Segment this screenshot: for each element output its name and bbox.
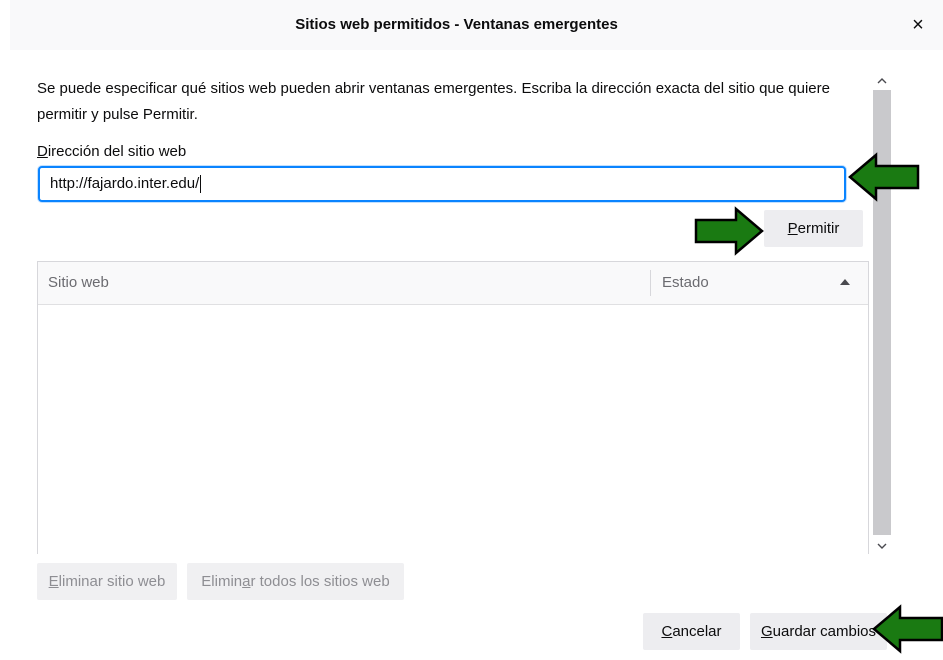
column-header-site[interactable]: Sitio web xyxy=(48,262,109,304)
cancel-accesskey: C xyxy=(661,623,673,640)
address-label-accesskey: D xyxy=(37,143,48,160)
remove-all-label-before: Elimin xyxy=(201,573,243,590)
remove-site-label: liminar sitio web xyxy=(58,573,166,590)
sites-table-header: Sitio web Estado xyxy=(38,262,868,305)
remove-all-sites-button[interactable]: Eliminar todos los sitios web xyxy=(187,563,404,600)
popup-permissions-dialog: Sitios web permitidos - Ventanas emergen… xyxy=(0,0,943,660)
cancel-button[interactable]: Cancelar xyxy=(643,613,740,650)
left-arrow-annotation-icon xyxy=(872,604,943,654)
dialog-titlebar: Sitios web permitidos - Ventanas emergen… xyxy=(10,0,943,50)
address-label: Dirección del sitio web xyxy=(37,143,186,160)
website-address-value: http://fajardo.inter.edu/ xyxy=(50,175,200,192)
dialog-description: Se puede especificar qué sitios web pued… xyxy=(37,80,830,123)
remove-site-accesskey: E xyxy=(48,573,59,590)
text-caret xyxy=(200,175,202,194)
right-arrow-annotation-icon xyxy=(694,206,764,256)
dialog-scrollbar[interactable] xyxy=(873,70,891,555)
scroll-up-icon[interactable] xyxy=(873,70,891,90)
close-icon: × xyxy=(912,14,924,36)
permit-label: ermitir xyxy=(797,220,840,237)
permit-button[interactable]: Permitir xyxy=(764,210,863,247)
permit-accesskey: P xyxy=(787,220,798,237)
save-label: uardar cambios xyxy=(772,623,877,640)
column-separator[interactable] xyxy=(650,270,651,296)
save-accesskey: G xyxy=(760,623,773,640)
website-address-input[interactable]: http://fajardo.inter.edu/ xyxy=(38,166,846,202)
remove-site-button[interactable]: Eliminar sitio web xyxy=(37,563,177,600)
save-changes-button[interactable]: Guardar cambios xyxy=(750,613,887,650)
dialog-title: Sitios web permitidos - Ventanas emergen… xyxy=(295,16,618,33)
left-arrow-annotation-icon xyxy=(848,152,920,202)
scroll-down-icon[interactable] xyxy=(873,535,891,555)
remove-all-label-after: r todos los sitios web xyxy=(250,573,390,590)
cancel-label: ancelar xyxy=(672,623,722,640)
sites-table: Sitio web Estado xyxy=(37,261,869,554)
column-header-status[interactable]: Estado xyxy=(662,262,709,304)
address-label-text: irección del sitio web xyxy=(47,143,187,160)
close-button[interactable]: × xyxy=(905,12,931,38)
sort-ascending-icon xyxy=(840,279,850,285)
